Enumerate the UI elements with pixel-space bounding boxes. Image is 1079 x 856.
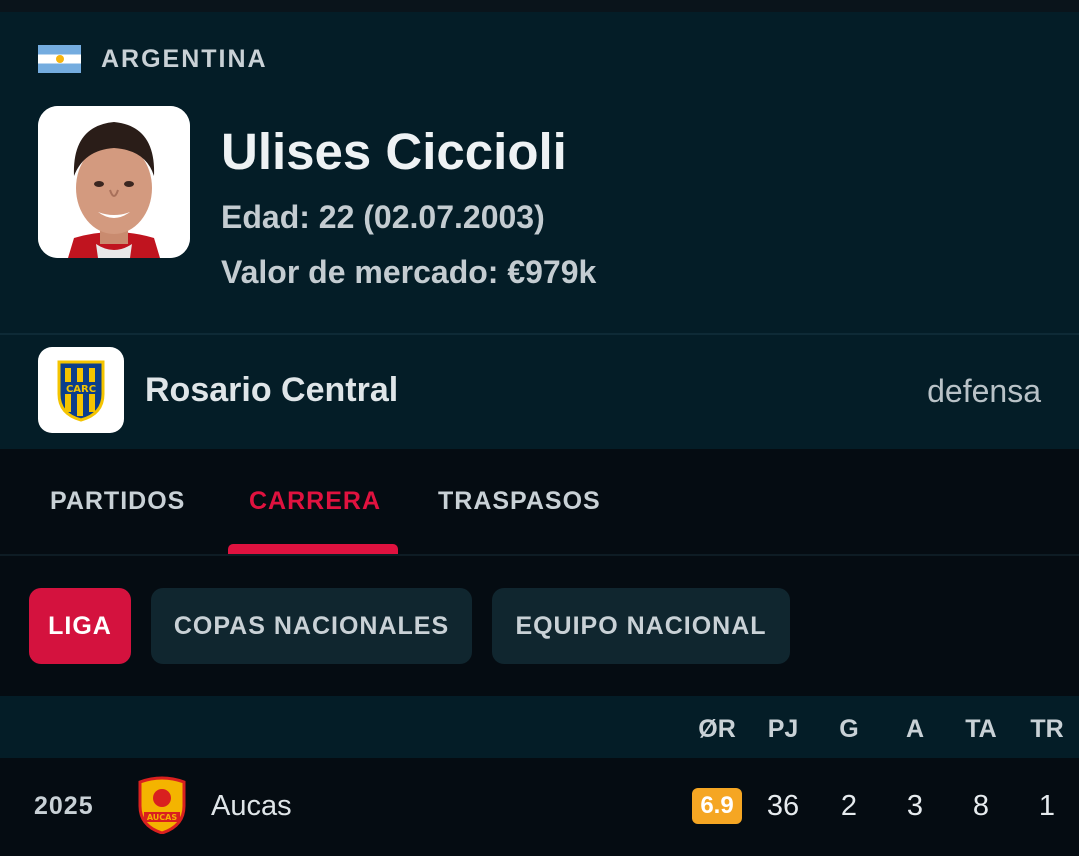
tab-partidos[interactable]: PARTIDOS	[50, 487, 185, 516]
column-goals: G	[839, 715, 859, 743]
tab-carrera[interactable]: CARRERA	[249, 487, 381, 516]
column-average-rating: ØR	[698, 715, 736, 743]
career-table-header: ØR PJ G A TA TR	[0, 696, 1079, 758]
divider	[0, 554, 1079, 556]
svg-text:CARC: CARC	[66, 384, 96, 395]
player-age: Edad: 22 (02.07.2003)	[221, 199, 545, 235]
row-season: 2025	[34, 792, 94, 820]
tab-traspasos[interactable]: TRASPASOS	[438, 487, 601, 516]
player-position: defensa	[927, 373, 1041, 409]
cell-goals: 2	[840, 790, 858, 822]
player-profile-header: ARGENTINA Ulises Ciccioli Edad: 22 (02.0…	[0, 12, 1079, 333]
column-yellow-cards: TA	[965, 715, 997, 743]
rosario-central-crest-icon: CARC	[38, 347, 124, 433]
player-country: ARGENTINA	[38, 45, 268, 73]
team-name[interactable]: Rosario Central	[145, 371, 398, 410]
argentina-flag-icon	[38, 45, 81, 73]
country-name: ARGENTINA	[101, 44, 268, 73]
aucas-crest-icon: AUCAS	[136, 776, 188, 835]
player-market-value: Valor de mercado: €979k	[221, 254, 597, 290]
cell-yellow-cards: 8	[972, 790, 990, 822]
filter-equipo-nacional[interactable]: EQUIPO NACIONAL	[492, 588, 790, 664]
cell-red-cards: 1	[1038, 790, 1056, 822]
cell-matches-played: 36	[766, 790, 800, 822]
table-row[interactable]: 2025 AUCAS Aucas 6.9 36 2 3 8 1	[0, 758, 1079, 856]
column-matches-played: PJ	[767, 715, 799, 743]
row-team-name[interactable]: Aucas	[211, 790, 292, 823]
rating-badge: 6.9	[692, 788, 742, 824]
player-name: Ulises Ciccioli	[221, 123, 567, 180]
top-strip	[0, 0, 1079, 12]
column-assists: A	[905, 715, 925, 743]
team-row[interactable]: CARC Rosario Central defensa	[0, 335, 1079, 449]
filter-liga[interactable]: LIGA	[29, 588, 131, 664]
svg-text:AUCAS: AUCAS	[147, 813, 178, 822]
cell-assists: 3	[906, 790, 924, 822]
column-red-cards: TR	[1030, 715, 1064, 743]
tab-bar: PARTIDOS CARRERA TRASPASOS	[0, 449, 1079, 554]
player-avatar	[38, 106, 190, 258]
filter-copas-nacionales[interactable]: COPAS NACIONALES	[151, 588, 472, 664]
active-tab-indicator	[228, 544, 398, 554]
